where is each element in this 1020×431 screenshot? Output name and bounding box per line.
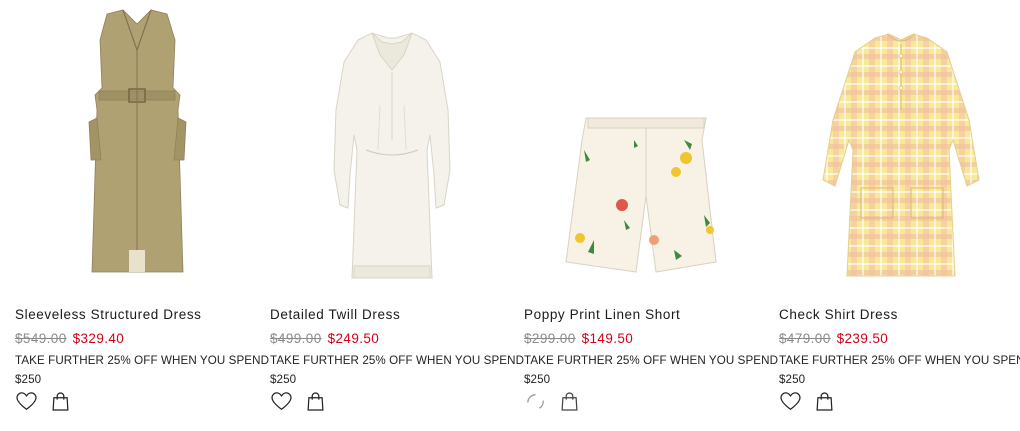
product-card[interactable]: Check Shirt Dress $479.00 $239.50 TAKE FU… — [779, 0, 1020, 431]
original-price: $479.00 — [779, 331, 831, 346]
shopping-bag-icon[interactable] — [558, 390, 580, 412]
promo-threshold: $250 — [15, 373, 42, 386]
product-image[interactable] — [270, 0, 515, 292]
price-row: $299.00 $149.50 — [524, 331, 633, 346]
promo-text: TAKE FURTHER 25% OFF WHEN YOU SPEND — [779, 354, 1020, 367]
sale-price: $249.50 — [327, 331, 380, 346]
price-row: $479.00 $239.50 — [779, 331, 888, 346]
promo-threshold: $250 — [779, 373, 806, 386]
heart-icon[interactable] — [779, 390, 801, 412]
product-name[interactable]: Sleeveless Structured Dress — [15, 307, 202, 322]
original-price: $549.00 — [15, 331, 67, 346]
product-actions — [270, 390, 326, 412]
product-card[interactable]: Sleeveless Structured Dress $549.00 $329.… — [15, 0, 269, 431]
product-card[interactable]: Detailed Twill Dress $499.00 $249.50 TAKE… — [270, 0, 524, 431]
sale-price: $149.50 — [581, 331, 634, 346]
promo-text: TAKE FURTHER 25% OFF WHEN YOU SPEND — [15, 354, 270, 367]
shopping-bag-icon[interactable] — [49, 390, 71, 412]
price-row: $549.00 $329.40 — [15, 331, 124, 346]
promo-text: TAKE FURTHER 25% OFF WHEN YOU SPEND — [524, 354, 779, 367]
sale-price: $329.40 — [72, 331, 125, 346]
product-image[interactable] — [524, 0, 769, 292]
product-name[interactable]: Check Shirt Dress — [779, 307, 898, 322]
shopping-bag-icon[interactable] — [304, 390, 326, 412]
product-actions — [524, 390, 580, 412]
sale-price: $239.50 — [836, 331, 889, 346]
product-actions — [779, 390, 835, 412]
product-name[interactable]: Detailed Twill Dress — [270, 307, 400, 322]
promo-threshold: $250 — [270, 373, 297, 386]
original-price: $499.00 — [270, 331, 322, 346]
shopping-bag-icon[interactable] — [813, 390, 835, 412]
loading-spinner-icon[interactable] — [524, 390, 546, 412]
product-image[interactable] — [779, 0, 1020, 292]
product-name[interactable]: Poppy Print Linen Short — [524, 307, 680, 322]
product-grid: Sleeveless Structured Dress $549.00 $329.… — [0, 0, 1020, 431]
promo-threshold: $250 — [524, 373, 551, 386]
price-row: $499.00 $249.50 — [270, 331, 379, 346]
heart-icon[interactable] — [270, 390, 292, 412]
product-image[interactable] — [15, 0, 260, 292]
product-card[interactable]: Poppy Print Linen Short $299.00 $149.50 T… — [524, 0, 778, 431]
original-price: $299.00 — [524, 331, 576, 346]
promo-text: TAKE FURTHER 25% OFF WHEN YOU SPEND — [270, 354, 525, 367]
heart-icon[interactable] — [15, 390, 37, 412]
product-actions — [15, 390, 71, 412]
